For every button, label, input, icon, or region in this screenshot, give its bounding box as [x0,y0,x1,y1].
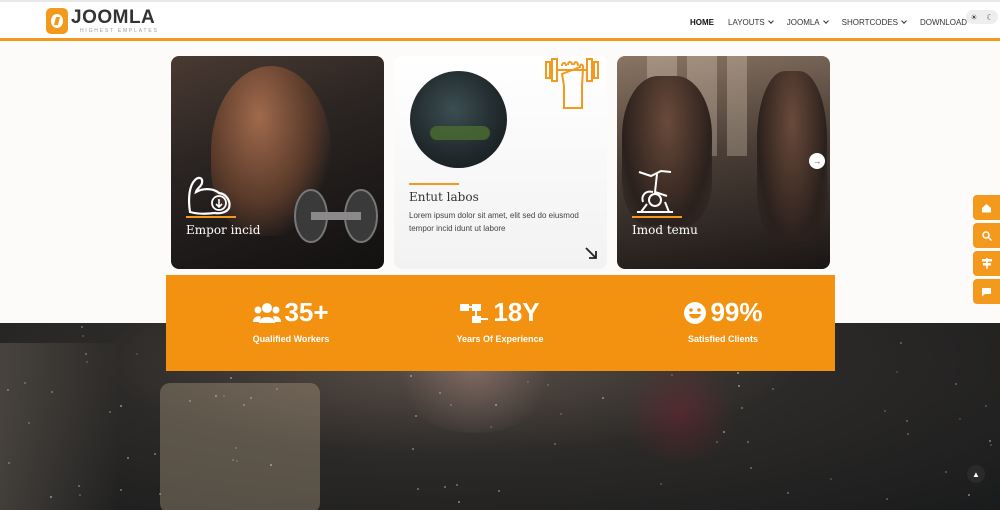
stat-clients: 99% Satisfied Clients [623,297,823,344]
nav-shortcodes[interactable]: SHORTCODES [842,18,907,27]
stat-value: 18Y [493,297,540,327]
signpost-icon [981,258,992,269]
stat-label: Years Of Experience [456,334,544,344]
service-card-1[interactable]: Empor incid [171,56,384,269]
chevron-down-icon [767,18,774,24]
stat-label: Qualified Workers [252,334,330,344]
moon-icon: ☾ [986,12,994,22]
exercise-bike-icon [637,169,673,213]
stat-value: 35+ [284,297,329,327]
side-signpost-button[interactable] [973,251,1000,276]
nav-layouts[interactable]: LAYOUTS [728,18,774,27]
gym-floor-photo [410,71,507,168]
card-accent-bar [186,216,236,218]
chevron-down-icon [901,18,907,24]
smile-icon [684,301,707,324]
card-accent-bar [409,183,459,185]
card-accent-bar [632,216,682,218]
dumbbell-photo [294,189,378,243]
main-nav: HOME LAYOUTS JOOMLA SHORTCODES DOWNLOAD [690,18,981,27]
nav-home[interactable]: HOME [690,18,714,27]
stat-experience: 18Y Years Of Experience [400,297,600,344]
side-search-button[interactable] [973,223,1000,248]
stat-value: 99% [710,297,763,327]
chevron-down-icon [822,18,829,24]
carousel-next-button[interactable]: → [809,153,825,169]
service-card-2[interactable]: Entut labos Lorem ipsum dolor sit amet, … [394,56,607,269]
theme-toggle[interactable]: ☀ ☾ [966,10,998,24]
side-home-button[interactable] [973,195,1000,220]
flexed-arm-icon [187,176,231,215]
chat-icon [982,287,991,296]
nav-download[interactable]: DOWNLOAD [920,18,967,27]
home-icon [982,203,991,212]
logo-subtitle: HIGHEST EMPLATES [80,28,159,34]
service-card-3[interactable]: → Imod temu [617,56,830,269]
card-title: Imod temu [632,223,698,237]
sitemap-icon [460,303,489,323]
window-light [727,56,747,156]
stat-label: Satisfied Clients [687,334,759,344]
back-to-top-button[interactable]: ▲ [967,465,985,483]
stats-bar: 35+ Qualified Workers 18Y Years Of Exper… [166,275,835,371]
site-header: JOOMLA HIGHEST EMPLATES HOME LAYOUTS JOO… [0,0,1000,41]
users-icon [253,302,282,323]
card-title: Empor incid [186,223,261,237]
search-icon [981,230,992,241]
site-logo[interactable]: JOOMLA HIGHEST EMPLATES [46,8,159,34]
card-description: Lorem ipsum dolor sit amet, elit sed do … [409,211,579,233]
logo-title: JOOMLA [71,7,156,28]
side-chat-button[interactable] [973,279,1000,304]
sun-icon: ☀ [970,12,978,22]
card-title: Entut labos [409,190,479,204]
barbell-hand-icon [545,58,599,109]
arrow-down-right-icon[interactable] [584,246,598,260]
nav-joomla[interactable]: JOOMLA [787,18,829,27]
stat-workers: 35+ Qualified Workers [191,297,391,344]
logo-mark-icon [46,8,68,34]
